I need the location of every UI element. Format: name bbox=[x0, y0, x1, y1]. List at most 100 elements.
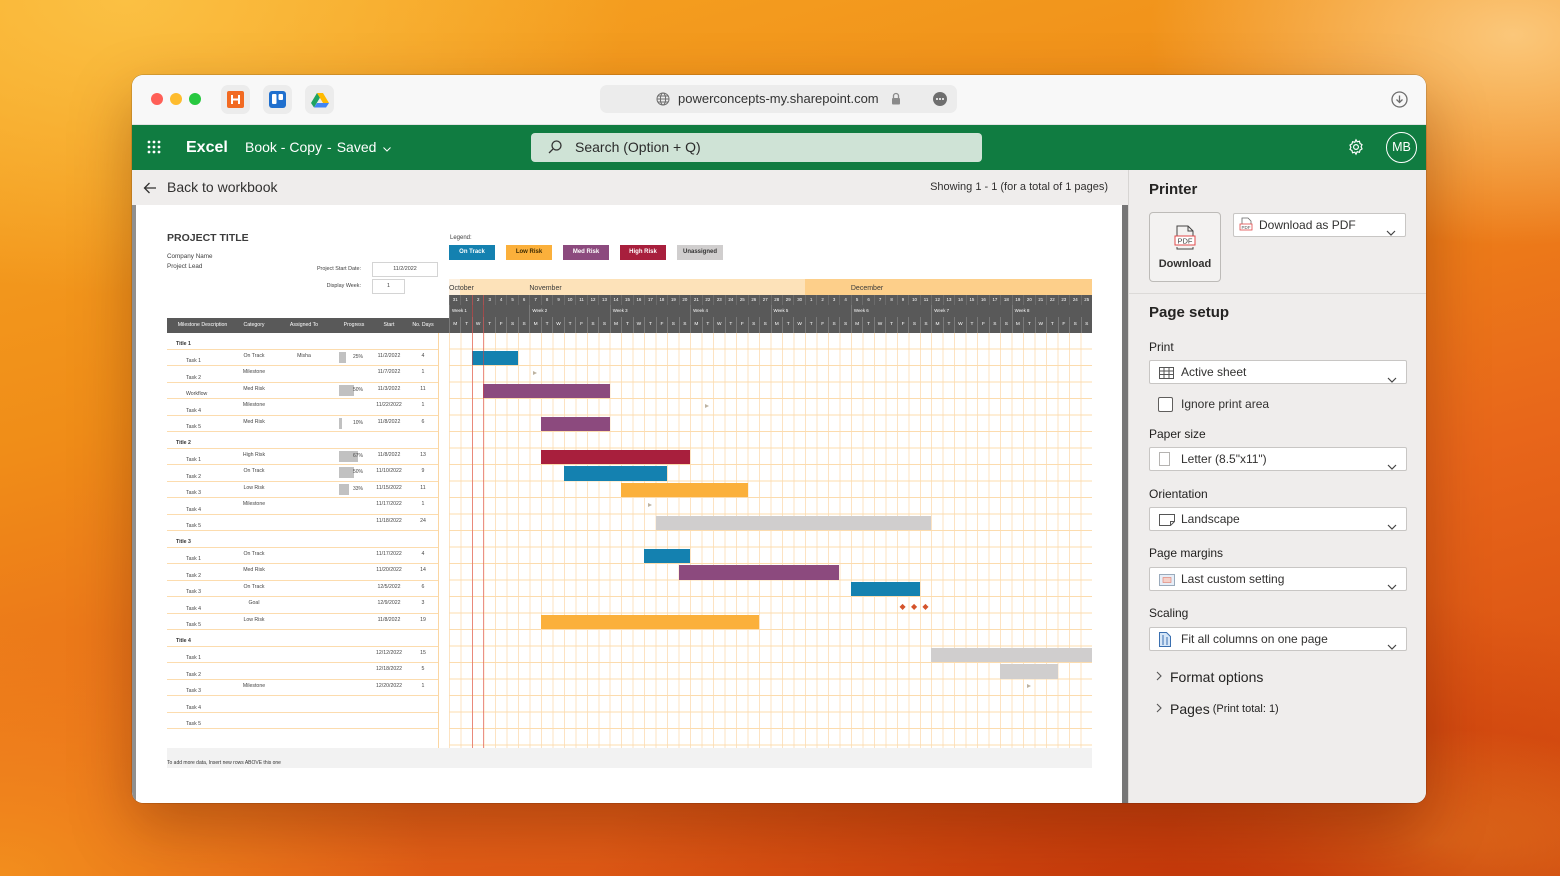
day-letter: W bbox=[1034, 317, 1046, 333]
task-row[interactable]: Task 1 12/12/2022 15 bbox=[167, 647, 438, 663]
project-title: PROJECT TITLE bbox=[167, 232, 249, 244]
task-name: Task 5 bbox=[186, 523, 201, 529]
download-format-dropdown[interactable]: PDF Download as PDF bbox=[1233, 213, 1406, 237]
table-grid-icon bbox=[1159, 366, 1174, 384]
page-margins-dropdown[interactable]: Last custom setting bbox=[1149, 567, 1407, 591]
task-progress bbox=[338, 647, 370, 663]
download-button[interactable]: PDF Download bbox=[1149, 212, 1221, 282]
task-row[interactable]: Task 5 Med Risk 10% 11/8/2022 6 bbox=[167, 416, 438, 432]
task-row[interactable]: Task 3 On Track 12/5/2022 6 bbox=[167, 581, 438, 597]
gantt-grid: ◆ ◆ ◆ bbox=[449, 333, 1092, 748]
back-to-workbook-link[interactable]: Back to workbook bbox=[167, 170, 278, 205]
scaling-label: Scaling bbox=[1149, 606, 1189, 620]
chevron-down-icon bbox=[381, 125, 392, 170]
gantt-bar[interactable] bbox=[655, 515, 932, 530]
task-row[interactable]: Task 4 Milestone 11/17/2022 1 bbox=[167, 498, 438, 515]
gantt-bar[interactable] bbox=[1000, 664, 1058, 679]
more-options-icon[interactable] bbox=[933, 92, 947, 111]
chevron-down-icon bbox=[1387, 637, 1397, 655]
document-title-menu[interactable]: Book - Copy - Saved bbox=[245, 125, 392, 170]
downloads-icon[interactable] bbox=[1391, 91, 1408, 113]
day-letter: S bbox=[678, 317, 690, 333]
task-row[interactable]: Task 4 bbox=[167, 696, 438, 713]
orientation-dropdown[interactable]: Landscape bbox=[1149, 507, 1407, 531]
print-scope-dropdown[interactable]: Active sheet bbox=[1149, 360, 1407, 384]
day-letter: M bbox=[529, 317, 540, 333]
settings-gear-icon[interactable] bbox=[1347, 138, 1365, 161]
gantt-bar[interactable] bbox=[563, 466, 668, 481]
ignore-print-area-checkbox[interactable] bbox=[1158, 397, 1173, 412]
month-header: October November December bbox=[449, 279, 1092, 295]
address-bar[interactable]: powerconcepts-my.sharepoint.com bbox=[600, 85, 957, 113]
day-letter: F bbox=[1057, 317, 1069, 333]
task-assignee bbox=[270, 647, 338, 663]
gantt-sheet: PROJECT TITLE Company Name Project Lead … bbox=[132, 205, 1122, 803]
format-options-expander[interactable]: Format options bbox=[1156, 668, 1263, 686]
legend-label: Legend: bbox=[450, 235, 472, 241]
task-row[interactable]: Task 3 Low Risk 33% 11/15/2022 11 bbox=[167, 482, 438, 498]
task-row[interactable]: Task 5 bbox=[167, 713, 438, 729]
day-letter: M bbox=[449, 317, 460, 333]
pages-expander[interactable]: Pages (Print total: 1) bbox=[1156, 700, 1279, 718]
task-duration: 13 bbox=[420, 451, 426, 458]
task-row[interactable]: Task 4 Goal 12/9/2022 3 bbox=[167, 597, 438, 614]
search-box[interactable]: Search (Option + Q) bbox=[531, 133, 982, 162]
task-row[interactable]: Task 2 Med Risk 11/20/2022 14 bbox=[167, 564, 438, 581]
ignore-print-area-label[interactable]: Ignore print area bbox=[1181, 397, 1269, 412]
paper-size-dropdown[interactable]: Letter (8.5"x11") bbox=[1149, 447, 1407, 471]
gantt-bar[interactable] bbox=[483, 383, 610, 398]
task-row[interactable]: Task 5 Low Risk 11/8/2022 19 bbox=[167, 614, 438, 630]
day-number: 24 bbox=[724, 295, 736, 305]
week-label: Week 5 bbox=[770, 305, 851, 317]
task-row[interactable]: Task 2 12/18/2022 5 bbox=[167, 663, 438, 680]
legend-item-high-risk: High Risk bbox=[620, 245, 666, 260]
progress-text: 67% bbox=[352, 452, 363, 459]
gantt-bar[interactable] bbox=[540, 416, 610, 431]
gantt-bar[interactable] bbox=[850, 581, 920, 596]
day-letter: W bbox=[713, 317, 724, 333]
day-letter: S bbox=[919, 317, 931, 333]
task-duration: 11 bbox=[420, 385, 426, 392]
gantt-bar[interactable] bbox=[540, 449, 691, 464]
title-separator: - bbox=[327, 139, 332, 155]
task-row[interactable]: Task 5 11/18/2022 24 bbox=[167, 515, 438, 531]
task-row[interactable]: Task 1 On Track 11/17/2022 4 bbox=[167, 548, 438, 564]
scaling-dropdown[interactable]: Fit all columns on one page bbox=[1149, 627, 1407, 651]
task-progress: 10% bbox=[338, 416, 370, 432]
close-window-button[interactable] bbox=[151, 93, 163, 105]
legend-item-on-track: On Track bbox=[449, 245, 495, 260]
gantt-bar[interactable] bbox=[931, 647, 1092, 662]
gantt-bar[interactable] bbox=[644, 548, 691, 563]
back-arrow-icon[interactable] bbox=[143, 181, 157, 200]
trello-extension-icon[interactable] bbox=[263, 85, 292, 114]
minimize-window-button[interactable] bbox=[170, 93, 182, 105]
gantt-bar[interactable] bbox=[471, 350, 518, 365]
milestone-flag-icon bbox=[647, 502, 652, 507]
company-name: Company Name bbox=[167, 253, 213, 260]
task-row[interactable]: Task 2 Milestone 11/7/2022 1 bbox=[167, 366, 438, 383]
gantt-bar[interactable] bbox=[678, 565, 840, 580]
task-row[interactable]: Workflow Med Risk 50% 11/3/2022 11 bbox=[167, 383, 438, 399]
orientation-label: Orientation bbox=[1149, 487, 1208, 501]
task-row[interactable]: Task 2 On Track 50% 11/10/2022 9 bbox=[167, 465, 438, 482]
day-letter: M bbox=[690, 317, 701, 333]
task-start-date: 11/17/2022 bbox=[376, 501, 402, 508]
pdf-download-icon: PDF bbox=[1173, 223, 1199, 260]
zoom-window-button[interactable] bbox=[189, 93, 201, 105]
task-row[interactable]: Task 1 High Risk 67% 11/8/2022 13 bbox=[167, 449, 438, 465]
gantt-bar[interactable] bbox=[540, 614, 759, 629]
task-assignee bbox=[270, 713, 338, 729]
task-row[interactable]: Task 3 Milestone 12/20/2022 1 bbox=[167, 680, 438, 696]
task-category: Med Risk bbox=[243, 567, 265, 574]
google-drive-extension-icon[interactable] bbox=[305, 85, 334, 114]
task-row[interactable]: Task 4 Milestone 11/22/2022 1 bbox=[167, 399, 438, 416]
gantt-bar[interactable] bbox=[621, 482, 748, 497]
harvest-extension-icon[interactable] bbox=[221, 85, 250, 114]
user-avatar[interactable]: MB bbox=[1386, 132, 1417, 163]
task-duration: 1 bbox=[421, 682, 425, 689]
task-name: Task 1 bbox=[186, 358, 201, 364]
app-name[interactable]: Excel bbox=[186, 125, 228, 170]
task-category: Goal bbox=[248, 600, 260, 607]
task-row[interactable]: Task 1 On Track Misha 25% 11/2/2022 4 bbox=[167, 350, 438, 366]
app-launcher-icon[interactable] bbox=[147, 140, 161, 159]
